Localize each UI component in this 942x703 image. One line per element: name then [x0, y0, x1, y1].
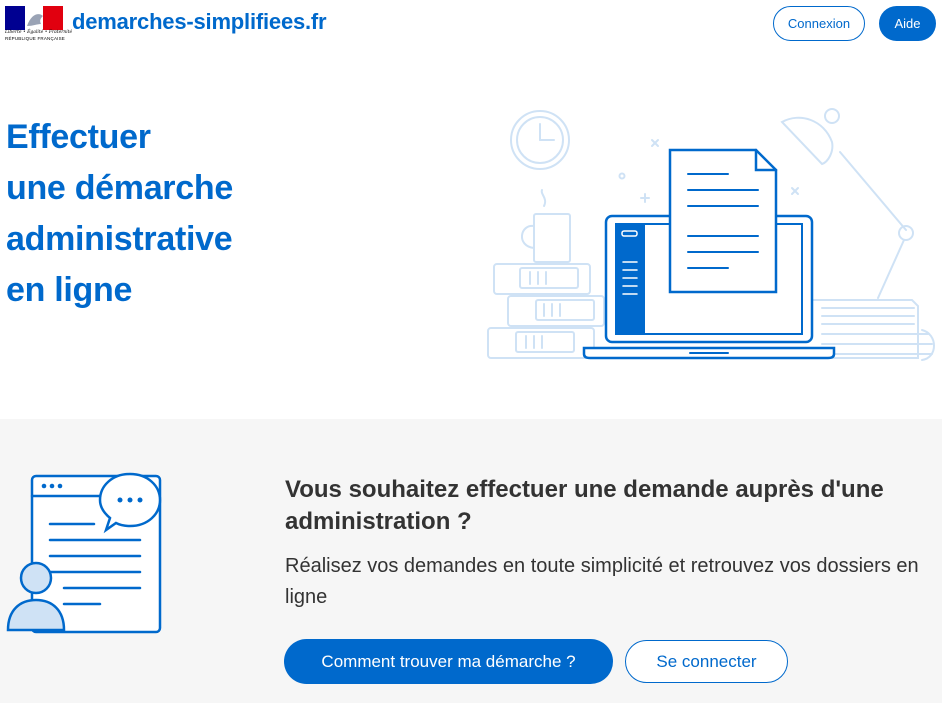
- band-title: Vous souhaitez effectuer une demande aup…: [285, 476, 884, 535]
- hero-title-line: une démarche: [6, 169, 233, 207]
- hero-illustration: [487, 108, 935, 361]
- document-icon: [668, 148, 778, 294]
- logo-motto: Liberté • Égalité • Fraternité: [5, 30, 73, 35]
- site-header: Liberté • Égalité • Fraternité RÉPUBLIQU…: [0, 0, 942, 50]
- logo-country: RÉPUBLIQUE FRANÇAISE: [5, 36, 66, 41]
- site-brand-link[interactable]: demarches-simplifiees.fr: [72, 9, 327, 35]
- sign-in-button[interactable]: Se connecter: [625, 640, 788, 683]
- hero-title-line: Effectuer: [6, 118, 151, 156]
- help-button[interactable]: Aide: [879, 6, 936, 41]
- band-description: Réalisez vos demandes en toute simplicit…: [285, 555, 919, 608]
- hero-title-line: en ligne: [6, 271, 133, 309]
- login-button[interactable]: Connexion: [773, 6, 865, 41]
- coffee-mug-icon: [521, 189, 571, 263]
- hero-title: Effectuer une démarche administrative en…: [6, 112, 233, 316]
- marianne-icon: [5, 6, 63, 30]
- user-request-illustration: [6, 472, 162, 634]
- clock-icon: [510, 110, 570, 170]
- hero-title-line: administrative: [6, 220, 233, 258]
- book-stack-icon: [487, 263, 605, 359]
- find-procedure-button[interactable]: Comment trouver ma démarche ?: [284, 639, 613, 684]
- republique-francaise-logo[interactable]: Liberté • Égalité • Fraternité RÉPUBLIQU…: [5, 6, 73, 42]
